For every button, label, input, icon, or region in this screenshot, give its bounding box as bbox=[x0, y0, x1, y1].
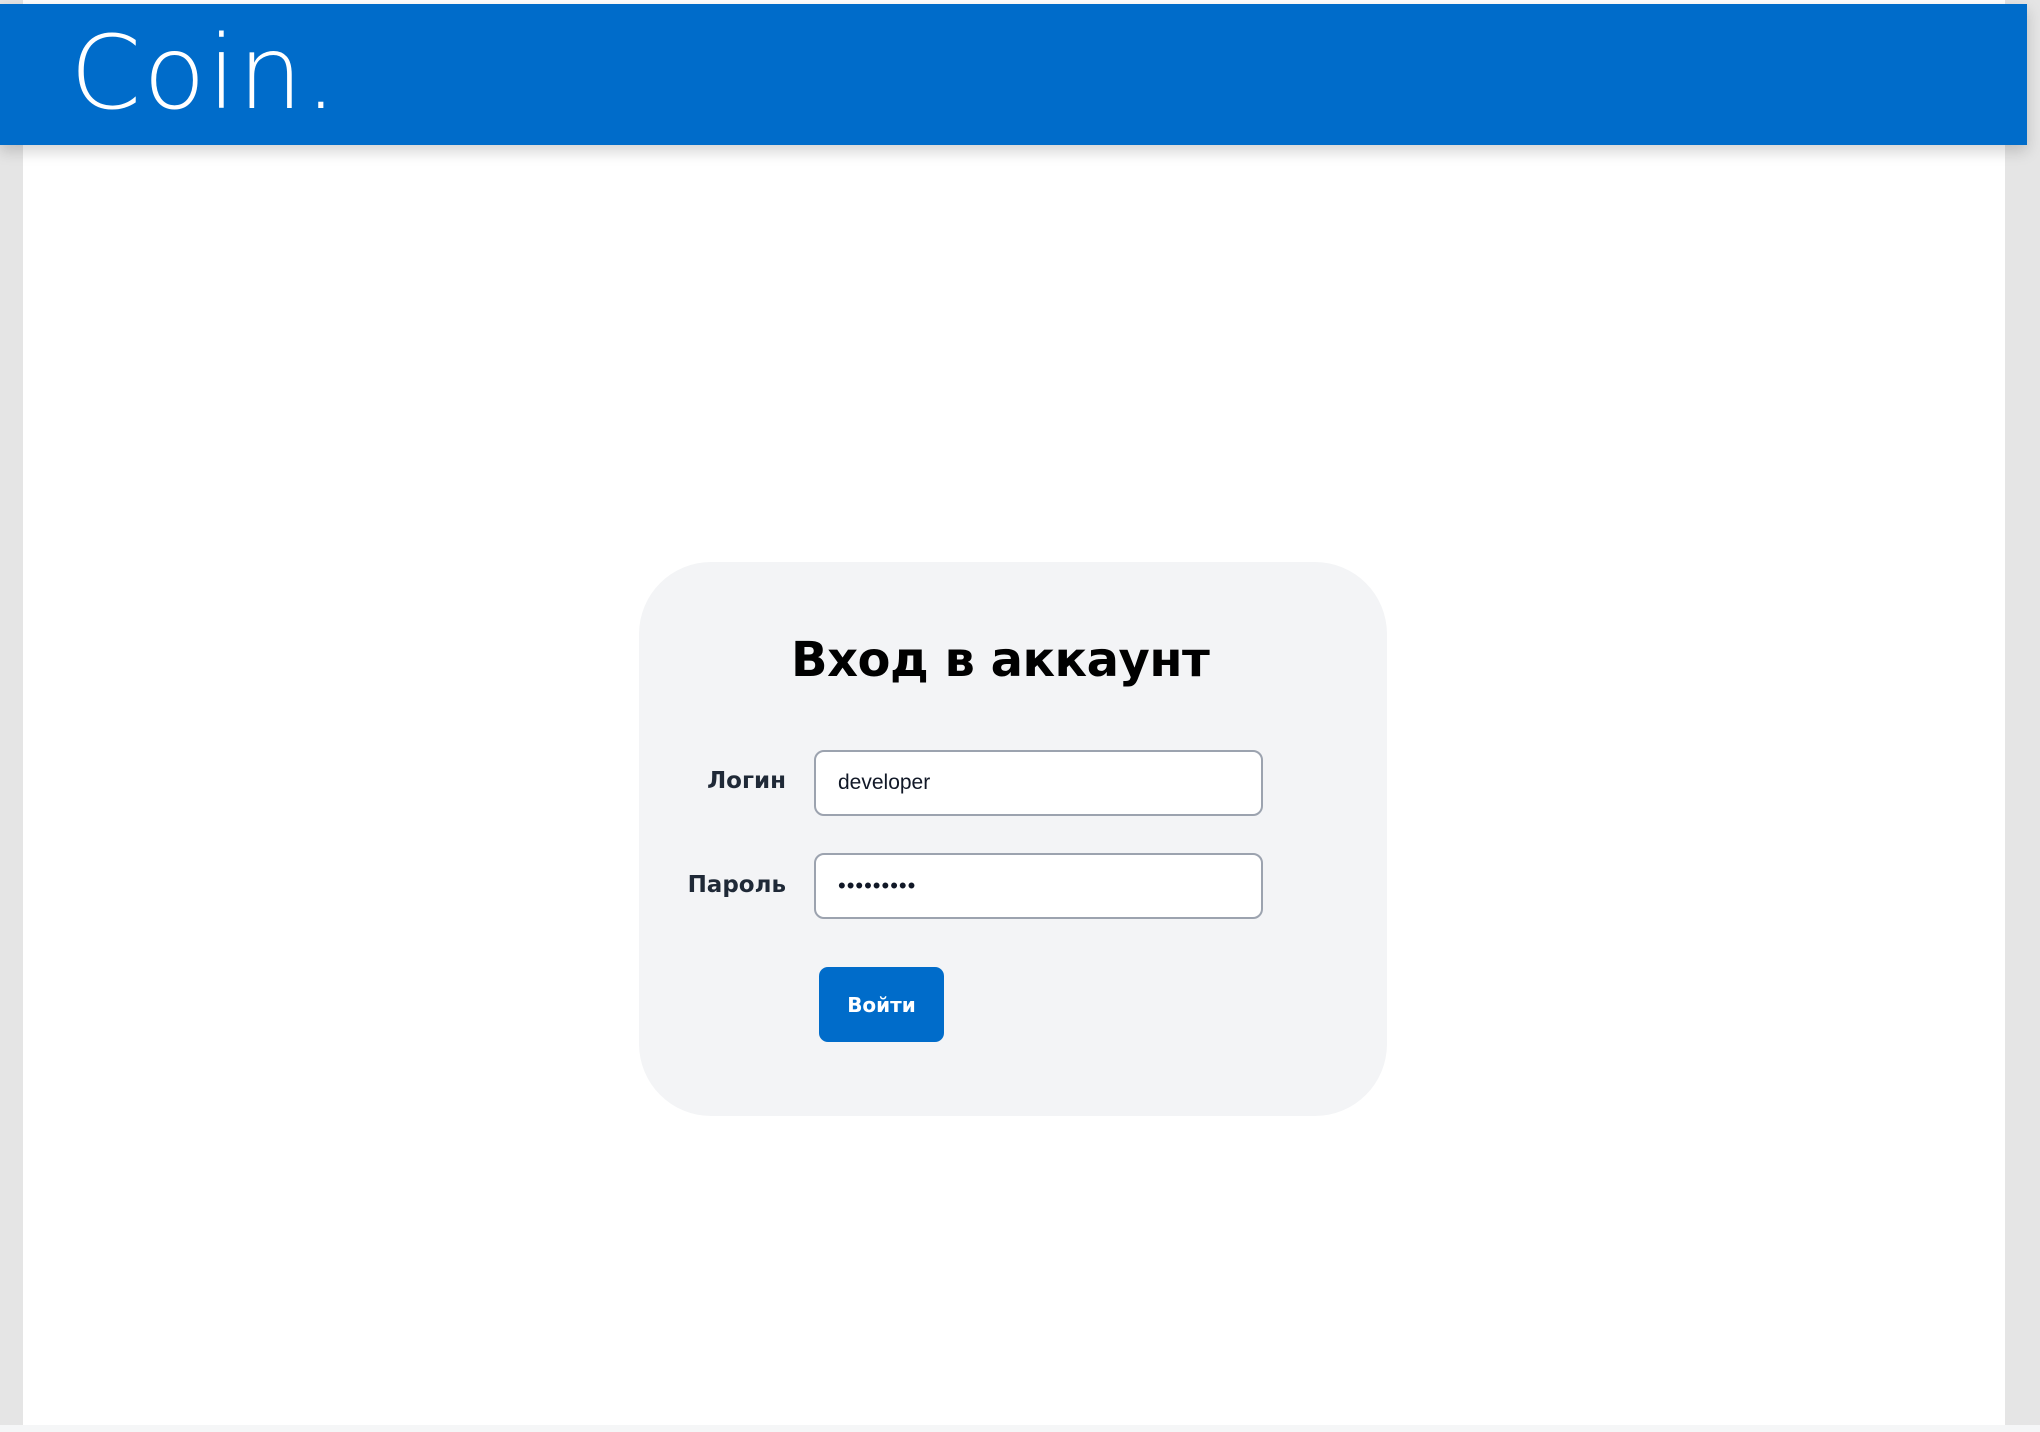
login-button[interactable]: Войти bbox=[819, 967, 944, 1042]
form-title: Вход в аккаунт bbox=[791, 632, 1210, 688]
login-card: Вход в аккаунт Логин Пароль Войти bbox=[639, 562, 1387, 1116]
bottom-strip bbox=[0, 1425, 2040, 1432]
password-label: Пароль bbox=[687, 872, 786, 898]
app-header: Coin. bbox=[0, 4, 2027, 145]
login-input[interactable] bbox=[814, 750, 1263, 816]
right-gutter bbox=[2005, 145, 2040, 1425]
login-label: Логин bbox=[707, 768, 786, 794]
password-input[interactable] bbox=[814, 853, 1263, 919]
logo[interactable]: Coin. bbox=[70, 14, 339, 134]
